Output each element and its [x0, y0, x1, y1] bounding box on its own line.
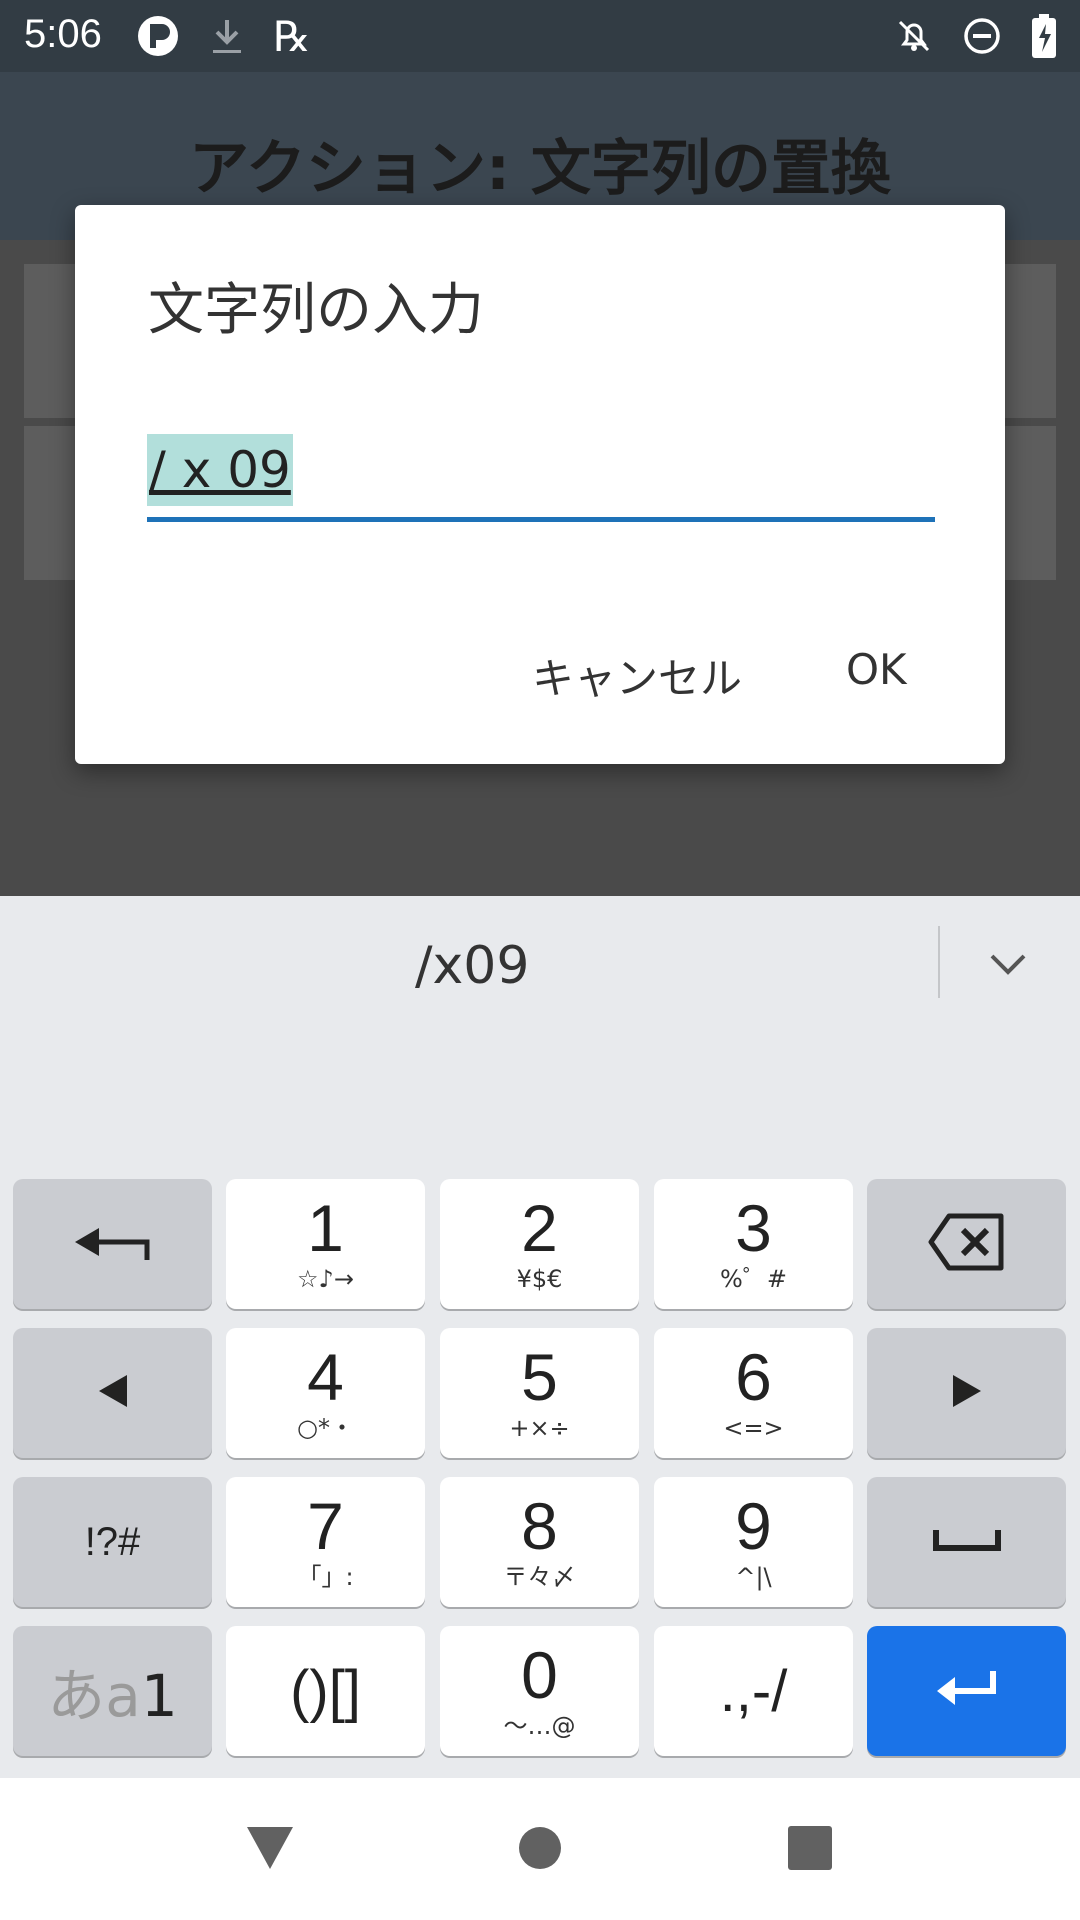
key-4-main: 4: [307, 1340, 344, 1414]
space-key[interactable]: [867, 1477, 1066, 1607]
key-8-sub: 〒々〆: [503, 1563, 576, 1591]
app-circle-icon: [134, 12, 182, 60]
key-3[interactable]: 3 %゜#: [654, 1179, 853, 1309]
key-0[interactable]: 0 〜…@: [440, 1626, 639, 1756]
key-2-sub: ¥$€: [516, 1265, 563, 1293]
input-mode-label: あa1: [47, 1649, 177, 1733]
keyboard: /x09 1 ☆♪→ 2 ¥$€ 3 %゜# 4 ○*・ 5 +×÷ 6 <=>…: [0, 896, 1080, 1778]
key-1-main: 1: [307, 1191, 344, 1265]
download-icon: [203, 12, 251, 60]
recents-icon[interactable]: [780, 1818, 840, 1878]
status-bar: 5:06 ℞: [0, 0, 1080, 72]
undo-key[interactable]: [13, 1179, 212, 1309]
battery-charging-icon: [1020, 12, 1068, 60]
key-7-sub: 「」:: [297, 1563, 354, 1591]
key-0-sub: 〜…@: [503, 1712, 576, 1740]
key-1-sub: ☆♪→: [297, 1265, 354, 1293]
candidate-divider: [938, 926, 940, 998]
cursor-right-key[interactable]: [867, 1328, 1066, 1458]
text-input-dialog: 文字列の入力 / x 09 キャンセル OK: [75, 205, 1005, 764]
mode-num-label: 1: [140, 1662, 178, 1730]
key-9[interactable]: 9 ^|\: [654, 1477, 853, 1607]
symbols-key-label: !?#: [84, 1519, 141, 1564]
key-7-main: 7: [307, 1489, 344, 1563]
back-icon[interactable]: [240, 1818, 300, 1878]
key-6-sub: <=>: [723, 1414, 784, 1442]
key-3-main: 3: [735, 1191, 772, 1265]
dialog-title: 文字列の入力: [148, 278, 484, 343]
key-2[interactable]: 2 ¥$€: [440, 1179, 639, 1309]
key-9-sub: ^|\: [735, 1563, 772, 1591]
string-input-field[interactable]: / x 09: [147, 430, 935, 522]
key-9-main: 9: [735, 1489, 772, 1563]
key-0-main: 0: [521, 1638, 558, 1712]
rx-icon: ℞: [273, 11, 311, 61]
punctuation-key[interactable]: .,-/: [654, 1626, 853, 1756]
key-5-sub: +×÷: [509, 1414, 570, 1442]
chevron-down-icon[interactable]: [978, 934, 1038, 994]
punctuation-key-label: .,-/: [719, 1658, 788, 1724]
key-8[interactable]: 8 〒々〆: [440, 1477, 639, 1607]
key-2-main: 2: [521, 1191, 558, 1265]
brackets-key[interactable]: ()[]: [226, 1626, 425, 1756]
key-5[interactable]: 5 +×÷: [440, 1328, 639, 1458]
key-3-sub: %゜#: [720, 1265, 787, 1293]
enter-arrow-icon: [935, 1667, 999, 1715]
backspace-key[interactable]: [867, 1179, 1066, 1309]
ok-button[interactable]: OK: [846, 645, 907, 694]
undo-arrow-icon: [73, 1220, 153, 1268]
brackets-key-label: ()[]: [290, 1658, 361, 1724]
do-not-disturb-icon: [958, 12, 1006, 60]
candidate-bar: /x09: [0, 896, 1080, 1036]
key-1[interactable]: 1 ☆♪→: [226, 1179, 425, 1309]
mode-kana-label: あa: [47, 1662, 141, 1730]
status-time: 5:06: [24, 12, 102, 56]
key-4-sub: ○*・: [297, 1414, 354, 1442]
app-bar-title: アクション: 文字列の置換: [189, 134, 891, 204]
candidate-word[interactable]: /x09: [415, 936, 529, 996]
key-8-main: 8: [521, 1489, 558, 1563]
symbols-key[interactable]: !?#: [13, 1477, 212, 1607]
key-5-main: 5: [521, 1340, 558, 1414]
key-4[interactable]: 4 ○*・: [226, 1328, 425, 1458]
key-6[interactable]: 6 <=>: [654, 1328, 853, 1458]
string-input-value[interactable]: / x 09: [147, 434, 293, 506]
cancel-button[interactable]: キャンセル: [532, 645, 742, 706]
triangle-right-icon: [951, 1373, 983, 1413]
key-6-main: 6: [735, 1340, 772, 1414]
cursor-left-key[interactable]: [13, 1328, 212, 1458]
backspace-icon: [927, 1212, 1007, 1276]
notifications-off-icon: [890, 12, 938, 60]
home-icon[interactable]: [510, 1818, 570, 1878]
enter-key[interactable]: [867, 1626, 1066, 1756]
space-icon: [932, 1528, 1002, 1556]
key-7[interactable]: 7 「」:: [226, 1477, 425, 1607]
navigation-bar: [0, 1778, 1080, 1920]
input-mode-key[interactable]: あa1: [13, 1626, 212, 1756]
triangle-left-icon: [97, 1373, 129, 1413]
